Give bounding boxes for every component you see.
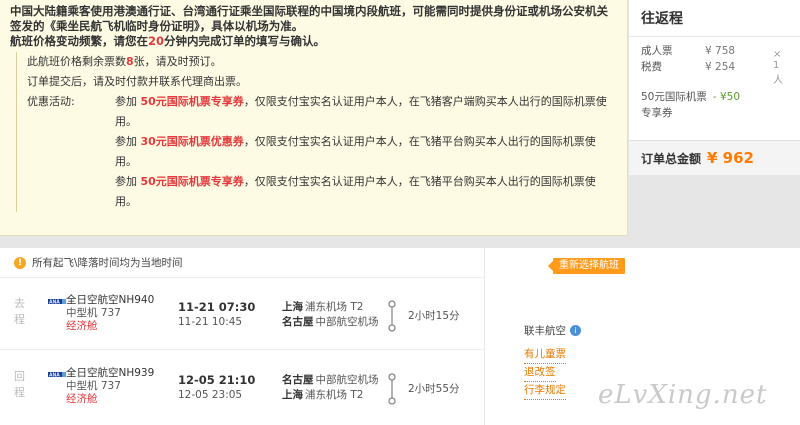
svg-text:ANA: ANA: [49, 300, 60, 306]
flight-times: 12-05 21:10 12-05 23:05: [178, 373, 255, 403]
arrival-airport: 浦东机场 T2: [305, 389, 364, 401]
departure-airport: 中部航空机场: [315, 374, 379, 386]
adult-fare-value: ¥ 758: [705, 45, 736, 57]
svg-text:ANA: ANA: [49, 373, 60, 379]
total-label: 订单总金额: [641, 151, 702, 166]
flight-number: 全日空航空NH939: [66, 367, 155, 379]
baggage-rules-link[interactable]: 行李规定: [524, 382, 566, 400]
departure-time: 12-05 21:10: [178, 373, 256, 387]
lead-notice: 中国大陆籍乘客使用港澳通行证、台湾通行证乘坐国际联程的中国境内段航班，可能需同时…: [10, 4, 608, 33]
ana-logo-icon: ANA: [48, 372, 66, 379]
route-icon: [388, 373, 396, 405]
flight-times: 11-21 07:30 11-21 10:45: [178, 300, 255, 330]
flight-duration: 2小时55分: [408, 383, 460, 395]
coupon-applied: 50元国际机票 - ¥50 专享券: [641, 89, 788, 121]
ana-logo-icon: ANA: [48, 299, 66, 306]
promo-item: 参加 50元国际机票专享券，仅限支付宝实名认证用户本人，在飞猪平台购买本人出行的…: [115, 175, 596, 208]
adult-fare-label: 成人票: [641, 45, 673, 57]
notice-panel: 中国大陆籍乘客使用港澳通行证、台湾通行证乘坐国际联程的中国境内段航班，可能需同时…: [0, 0, 628, 236]
outbound-leg: 去程 ANA 全日空航空NH940 中型机 737 经济舱 11-21 07:3…: [0, 280, 484, 350]
arrival-city: 名古屋: [282, 316, 314, 328]
return-leg: 回程 ANA 全日空航空NH939 中型机 737 经济舱 12-05 21:1…: [0, 353, 484, 423]
policy-links: 有儿童票 退改签 行李规定: [524, 346, 581, 400]
summary-divider: [629, 36, 800, 37]
seats-remaining: 此航班价格剩余票数8张，请及时预订。: [27, 55, 222, 68]
promotions: 优惠活动: 参加 50元国际机票专享券，仅限支付宝实名认证用户本人，在飞猪客户端…: [27, 92, 617, 212]
alliance-info-icon[interactable]: i: [570, 325, 581, 336]
flight-duration: 2小时15分: [408, 310, 460, 322]
alliance-name: 联丰航空: [524, 325, 566, 337]
coupon-discount: - ¥50: [712, 91, 741, 103]
tax-value: ¥ 254: [705, 61, 736, 73]
watermark: eLvXing.net: [598, 380, 768, 410]
adult-fare-row: 成人票 ¥ 758: [641, 43, 788, 59]
tax-label: 税费: [641, 61, 662, 73]
total-amount: ¥ 962: [707, 149, 754, 167]
promo-item: 参加 50元国际机票专享券，仅限支付宝实名认证用户本人，在飞猪客户端购买本人出行…: [115, 95, 607, 128]
cabin-class: 经济舱: [66, 393, 98, 405]
promo-label: 优惠活动:: [27, 95, 75, 108]
order-total: 订单总金额 ¥ 962: [629, 140, 800, 175]
seats-count: 8: [126, 55, 134, 68]
promo-coupon-link[interactable]: 50元国际机票专享券: [141, 95, 244, 108]
child-ticket-link[interactable]: 有儿童票: [524, 346, 566, 364]
leg-tag: 回程: [14, 370, 25, 399]
arrival-city: 上海: [282, 389, 303, 401]
aircraft-type: 中型机 737: [66, 307, 121, 319]
promo-coupon-link[interactable]: 30元国际机票优惠券: [141, 135, 244, 148]
promo-list: 参加 50元国际机票专享券，仅限支付宝实名认证用户本人，在飞猪客户端购买本人出行…: [115, 92, 615, 212]
flight-header: ! 所有起飞\降落时间均为当地时间: [0, 248, 484, 278]
route-icon: [388, 300, 396, 332]
aircraft-type: 中型机 737: [66, 380, 121, 392]
departure-airport: 浦东机场 T2: [305, 301, 364, 313]
leg-tag: 去程: [14, 297, 25, 326]
cabin-class: 经济舱: [66, 320, 98, 332]
info-icon: !: [14, 256, 26, 269]
coupon-name-cont: 专享券: [641, 107, 673, 119]
departure-city: 名古屋: [282, 374, 314, 386]
time-limit-minutes: 20: [148, 34, 165, 48]
departure-time: 11-21 07:30: [178, 300, 256, 314]
departure-city: 上海: [282, 301, 303, 313]
arrival-time: 12-05 23:05: [178, 389, 243, 401]
notice-bullets: 此航班价格剩余票数8张，请及时预订。 订单提交后，请及时付款并联系代理商出票。 …: [16, 52, 617, 212]
tax-row: 税费 ¥ 254: [641, 59, 788, 75]
airline-info: 全日空航空NH939 中型机 737 经济舱: [66, 367, 154, 406]
side-links: 联丰航空 i 有儿童票 退改签 行李规定: [524, 323, 581, 400]
reselect-flight-button[interactable]: 重新选择航班: [548, 258, 625, 274]
price-rows: 成人票 ¥ 758 税费 ¥ 254 × 1 人: [641, 43, 788, 86]
airports: 上海 浦东机场 T2 名古屋 中部航空机场: [282, 300, 379, 330]
promo-item: 参加 30元国际机票优惠券，仅限支付宝实名认证用户本人，在飞猪平台购买本人出行的…: [115, 135, 596, 168]
payment-notice: 订单提交后，请及时付款并联系代理商出票。: [27, 75, 247, 88]
alliance-info: 联丰航空 i: [524, 323, 581, 338]
arrival-airport: 中部航空机场: [315, 316, 379, 328]
flight-number: 全日空航空NH940: [66, 294, 155, 306]
airports: 名古屋 中部航空机场 上海 浦东机场 T2: [282, 373, 379, 403]
coupon-name: 50元国际机票: [641, 91, 707, 103]
refund-change-link[interactable]: 退改签: [524, 364, 556, 382]
arrival-time: 11-21 10:45: [178, 316, 243, 328]
airline-info: 全日空航空NH940 中型机 737 经济舱: [66, 294, 154, 333]
promo-coupon-link[interactable]: 50元国际机票专享券: [141, 175, 244, 188]
summary-title: 往返程: [641, 11, 683, 27]
column-divider: [484, 248, 485, 425]
time-limit-notice: 航班价格变动频繁，请您在20分钟内完成订单的填写与确认。: [10, 34, 326, 48]
passenger-multiplier: × 1 人: [773, 49, 783, 86]
local-time-note: 所有起飞\降落时间均为当地时间: [32, 256, 183, 269]
